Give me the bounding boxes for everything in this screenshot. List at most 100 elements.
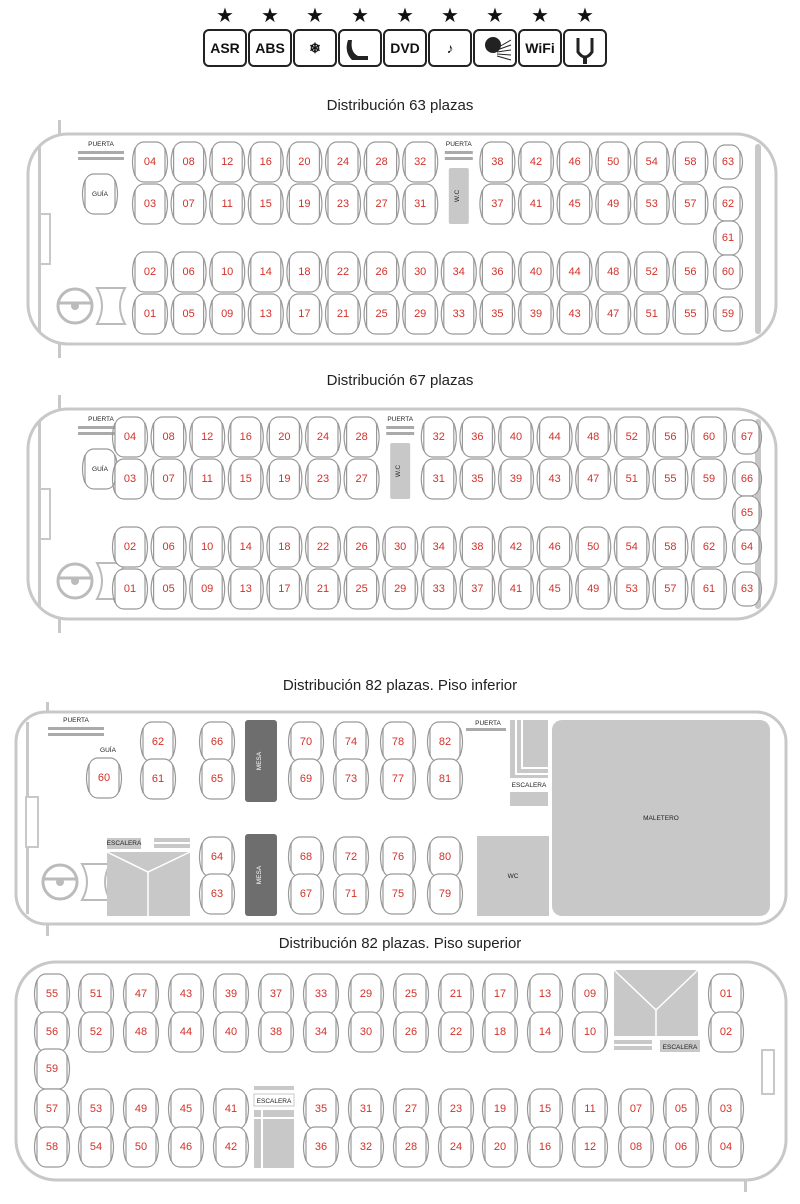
seat[interactable]: 60 xyxy=(690,416,728,458)
seat[interactable]: 61 xyxy=(712,220,744,256)
seat[interactable]: 16 xyxy=(247,141,284,183)
seat[interactable]: 14 xyxy=(227,526,264,568)
seat[interactable]: 47 xyxy=(595,293,632,335)
seat[interactable]: 50 xyxy=(595,141,632,183)
seat[interactable]: 61 xyxy=(690,568,728,610)
seat[interactable]: 62 xyxy=(690,526,728,568)
seat[interactable]: 38 xyxy=(459,526,496,568)
seat[interactable]: 44 xyxy=(536,416,573,458)
seat[interactable]: 38 xyxy=(257,1011,295,1053)
seat[interactable]: 67 xyxy=(287,873,325,915)
seat[interactable]: 17 xyxy=(266,568,303,610)
seat[interactable]: 81 xyxy=(426,758,464,800)
seat[interactable]: 13 xyxy=(526,973,564,1015)
seat[interactable]: 60 xyxy=(85,757,123,799)
seat[interactable]: 51 xyxy=(77,973,115,1015)
seat[interactable]: 63 xyxy=(198,873,236,915)
seat[interactable]: 58 xyxy=(652,526,689,568)
seat[interactable]: 39 xyxy=(497,458,535,500)
seat[interactable]: 02 xyxy=(707,1011,745,1053)
seat[interactable]: 28 xyxy=(363,141,400,183)
seat[interactable]: 26 xyxy=(343,526,380,568)
seat[interactable]: 02 xyxy=(111,526,149,568)
seat[interactable]: 32 xyxy=(420,416,457,458)
seat[interactable]: 04 xyxy=(111,416,149,458)
seat[interactable]: 53 xyxy=(613,568,650,610)
seat[interactable]: 66 xyxy=(198,721,236,763)
seat[interactable]: 46 xyxy=(536,526,573,568)
seat[interactable]: 29 xyxy=(382,568,419,610)
seat[interactable]: 58 xyxy=(672,141,709,183)
seat[interactable]: 15 xyxy=(247,183,284,225)
seat[interactable]: 03 xyxy=(707,1088,745,1130)
seat[interactable]: 08 xyxy=(150,416,187,458)
seat[interactable]: 76 xyxy=(379,836,417,878)
seat[interactable]: 01 xyxy=(111,568,149,610)
seat[interactable]: 54 xyxy=(613,526,650,568)
seat[interactable]: 41 xyxy=(517,183,555,225)
seat[interactable]: 60 xyxy=(712,254,744,290)
seat[interactable]: 53 xyxy=(77,1088,115,1130)
seat[interactable]: 14 xyxy=(247,251,284,293)
seat[interactable]: 43 xyxy=(556,293,593,335)
seat[interactable]: 26 xyxy=(392,1011,430,1053)
seat[interactable]: 71 xyxy=(332,873,370,915)
seat[interactable]: 62 xyxy=(139,721,177,763)
seat[interactable]: 44 xyxy=(556,251,593,293)
seat[interactable]: 18 xyxy=(286,251,323,293)
seat[interactable]: 21 xyxy=(324,293,362,335)
seat[interactable]: 63 xyxy=(712,144,744,180)
seat[interactable]: 74 xyxy=(332,721,370,763)
seat[interactable]: 49 xyxy=(122,1088,160,1130)
seat[interactable]: 11 xyxy=(571,1088,609,1130)
seat[interactable]: 02 xyxy=(131,251,169,293)
seat[interactable]: 19 xyxy=(266,458,303,500)
seat[interactable]: 33 xyxy=(302,973,340,1015)
seat[interactable]: 32 xyxy=(402,141,439,183)
seat[interactable]: 28 xyxy=(343,416,380,458)
seat[interactable]: 06 xyxy=(170,251,207,293)
seat[interactable]: 51 xyxy=(633,293,670,335)
seat[interactable]: 36 xyxy=(459,416,496,458)
seat[interactable]: 17 xyxy=(481,973,519,1015)
seat[interactable]: 12 xyxy=(189,416,226,458)
seat[interactable]: 49 xyxy=(575,568,612,610)
seat[interactable]: 23 xyxy=(304,458,342,500)
seat[interactable]: 21 xyxy=(437,973,475,1015)
seat[interactable]: 62 xyxy=(712,186,744,222)
seat[interactable]: 06 xyxy=(150,526,187,568)
seat[interactable]: 39 xyxy=(517,293,555,335)
seat[interactable]: 07 xyxy=(617,1088,655,1130)
seat[interactable]: 07 xyxy=(170,183,207,225)
seat[interactable]: 23 xyxy=(437,1088,475,1130)
seat[interactable]: 06 xyxy=(662,1126,700,1168)
seat[interactable]: 10 xyxy=(189,526,226,568)
seat[interactable]: 51 xyxy=(613,458,650,500)
seat[interactable]: 54 xyxy=(77,1126,115,1168)
seat[interactable]: 30 xyxy=(347,1011,385,1053)
seat[interactable]: 78 xyxy=(379,721,417,763)
seat[interactable]: 10 xyxy=(571,1011,609,1053)
seat[interactable]: 28 xyxy=(392,1126,430,1168)
seat[interactable]: 46 xyxy=(167,1126,205,1168)
seat[interactable]: 67 xyxy=(731,419,763,455)
seat[interactable]: 37 xyxy=(257,973,295,1015)
seat[interactable]: 03 xyxy=(111,458,149,500)
seat[interactable]: 35 xyxy=(459,458,496,500)
seat[interactable]: 33 xyxy=(440,293,477,335)
seat[interactable]: 36 xyxy=(479,251,516,293)
seat[interactable]: 19 xyxy=(286,183,323,225)
seat[interactable]: 25 xyxy=(343,568,380,610)
seat[interactable]: 16 xyxy=(526,1126,564,1168)
seat[interactable]: 43 xyxy=(167,973,205,1015)
seat[interactable]: 48 xyxy=(595,251,632,293)
seat[interactable]: 32 xyxy=(347,1126,385,1168)
seat[interactable]: 80 xyxy=(426,836,464,878)
seat[interactable]: 24 xyxy=(304,416,342,458)
seat[interactable]: 18 xyxy=(481,1011,519,1053)
seat[interactable]: 45 xyxy=(556,183,593,225)
seat[interactable]: 72 xyxy=(332,836,370,878)
seat[interactable]: 54 xyxy=(633,141,670,183)
seat[interactable]: 05 xyxy=(170,293,207,335)
seat[interactable]: 15 xyxy=(526,1088,564,1130)
